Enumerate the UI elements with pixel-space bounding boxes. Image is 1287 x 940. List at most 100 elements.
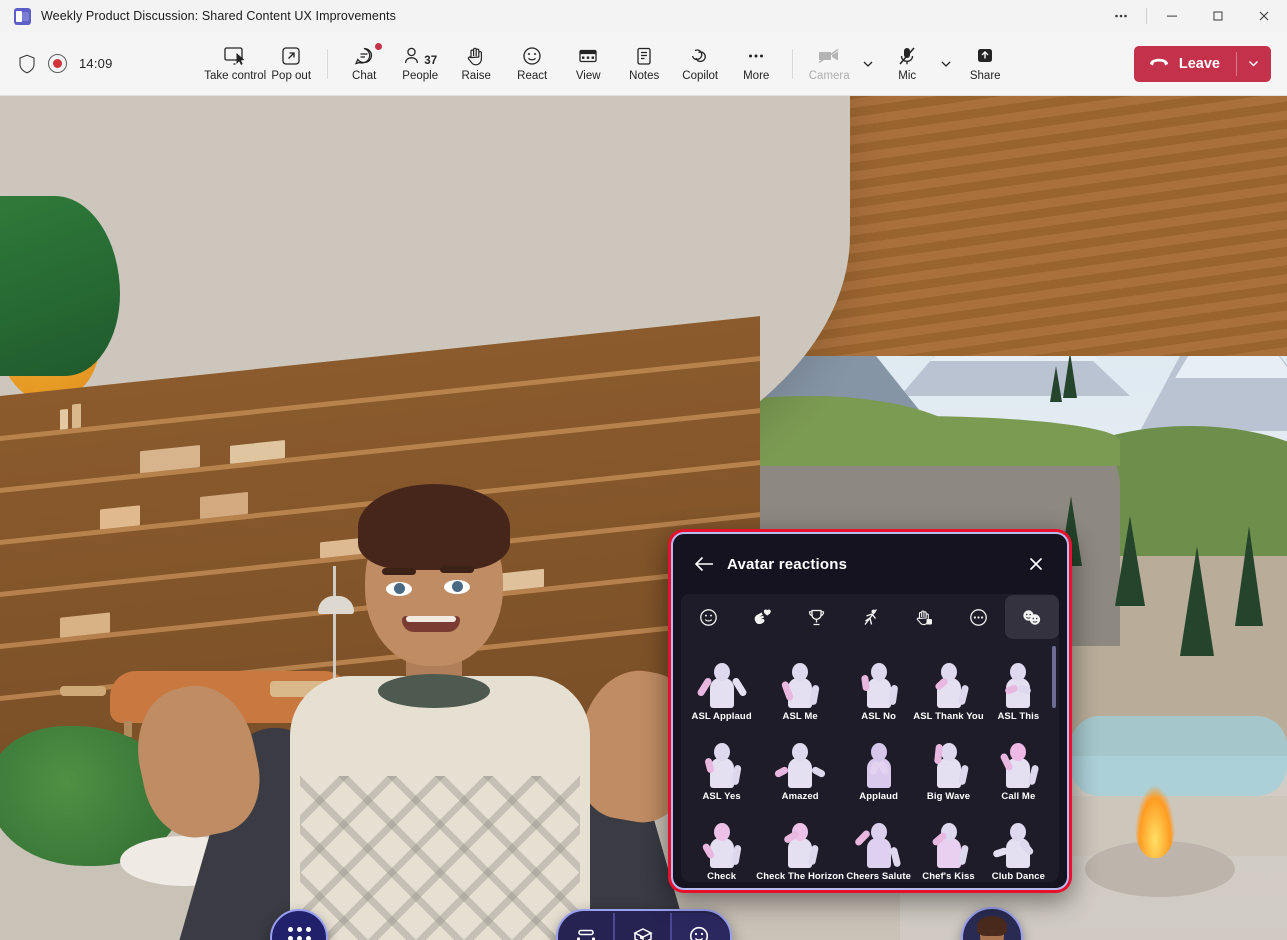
reaction-item[interactable]: ASL No xyxy=(844,646,913,726)
toolbar-button-react[interactable]: React xyxy=(504,39,560,89)
toolbar-divider xyxy=(327,49,328,79)
back-arrow-icon[interactable] xyxy=(687,547,721,581)
teams-logo-icon xyxy=(14,8,31,25)
panel-scrollbar[interactable] xyxy=(1052,646,1056,708)
chat-bubble-icon xyxy=(353,45,375,67)
toolbar-label: Pop out xyxy=(271,70,311,82)
camera-off-icon xyxy=(816,45,842,67)
reactions-button[interactable] xyxy=(672,913,730,940)
leave-button[interactable]: Leave xyxy=(1134,46,1271,82)
reaction-item[interactable]: Big Wave xyxy=(913,726,983,806)
toolbar-button-share[interactable]: Share xyxy=(957,39,1013,89)
maximize-button[interactable] xyxy=(1195,0,1241,32)
avatar-pupil-left xyxy=(394,583,405,594)
leave-button-label: Leave xyxy=(1179,56,1220,72)
reaction-figure xyxy=(995,661,1041,709)
immersive-stage[interactable]: Weekly Product Discuss... Avatar reactio… xyxy=(0,96,1287,940)
reaction-label: ASL No xyxy=(861,711,896,722)
reaction-item[interactable]: Call Me xyxy=(984,726,1053,806)
toolbar-label: More xyxy=(743,70,769,82)
reaction-item[interactable]: Applaud xyxy=(844,726,913,806)
toolbar-button-chat[interactable]: Chat xyxy=(336,39,392,89)
immersive-controls-pill xyxy=(556,909,732,940)
toolbar-label: Share xyxy=(970,70,1001,82)
reaction-category-tabs xyxy=(681,594,1059,640)
notes-icon xyxy=(633,45,655,67)
tab-celebrate[interactable] xyxy=(789,595,843,639)
toolbar-button-camera[interactable]: Camera xyxy=(801,39,857,89)
reactions-scroll-area[interactable]: ASL Applaud ASL Me xyxy=(681,640,1059,882)
tab-emotions[interactable] xyxy=(681,595,735,639)
meeting-timer: 14:09 xyxy=(79,56,113,71)
toolbar-label: View xyxy=(576,70,601,82)
chat-unread-badge xyxy=(375,43,382,50)
reaction-figure xyxy=(926,661,972,709)
reaction-item[interactable]: ASL This xyxy=(984,646,1053,726)
reaction-item[interactable]: ASL Thank You xyxy=(913,646,983,726)
camera-options-chevron-down-icon[interactable] xyxy=(857,39,879,89)
meeting-toolbar: 14:09 Take control Pop out xyxy=(0,32,1287,96)
toolbar-label: React xyxy=(517,70,547,82)
leave-chevron-down-icon[interactable] xyxy=(1237,46,1271,82)
toolbar-button-take-control[interactable]: Take control xyxy=(207,39,263,89)
reaction-label: ASL Me xyxy=(783,711,818,722)
perspective-button[interactable] xyxy=(558,913,613,940)
panel-title: Avatar reactions xyxy=(727,556,847,573)
smiley-icon xyxy=(521,45,543,67)
reaction-item[interactable]: Check The Horizon xyxy=(756,806,844,882)
tab-more[interactable] xyxy=(951,595,1005,639)
toolbar-button-more[interactable]: More xyxy=(728,39,784,89)
raised-hand-icon xyxy=(465,45,487,67)
avatar-collar xyxy=(378,674,490,708)
tab-gestures[interactable] xyxy=(897,595,951,639)
minimize-button[interactable] xyxy=(1149,0,1195,32)
share-up-arrow-icon xyxy=(974,45,996,67)
nine-dot-grid-icon xyxy=(288,927,311,940)
reaction-figure xyxy=(995,741,1041,789)
reactions-grid: ASL Applaud ASL Me xyxy=(681,640,1059,882)
toolbar-right-group: Leave xyxy=(1124,46,1287,82)
tab-applause[interactable] xyxy=(735,595,789,639)
toolbar-button-raise[interactable]: Raise xyxy=(448,39,504,89)
seat-perspective-icon xyxy=(573,926,599,940)
reaction-item[interactable]: ASL Applaud xyxy=(687,646,756,726)
hangup-phone-icon xyxy=(1148,54,1170,73)
toolbar-button-view[interactable]: View xyxy=(560,39,616,89)
reaction-item[interactable]: ASL Me xyxy=(756,646,844,726)
toolbar-button-mic[interactable]: Mic xyxy=(879,39,935,89)
side-table xyxy=(60,686,106,696)
reaction-label: Check The Horizon xyxy=(756,871,844,882)
close-icon[interactable] xyxy=(1019,547,1053,581)
toolbar-button-copilot[interactable]: Copilot xyxy=(672,39,728,89)
room-button[interactable] xyxy=(615,913,670,940)
layout-grid-icon xyxy=(577,45,599,67)
reaction-item[interactable]: Club Dance xyxy=(984,806,1053,882)
reaction-item[interactable]: Amazed xyxy=(756,726,844,806)
smiley-chevron-icon xyxy=(686,924,716,940)
avatar-eyebrow-right xyxy=(440,566,474,573)
window-more-button[interactable] xyxy=(1098,0,1144,32)
reaction-label: ASL This xyxy=(997,711,1039,722)
reaction-item[interactable]: Chef's Kiss xyxy=(913,806,983,882)
reaction-figure xyxy=(777,661,823,709)
mic-options-chevron-down-icon[interactable] xyxy=(935,39,957,89)
pool-water xyxy=(1070,716,1287,796)
toolbar-button-people[interactable]: 37 People xyxy=(392,39,448,89)
close-button[interactable] xyxy=(1241,0,1287,32)
tab-dance[interactable] xyxy=(843,595,897,639)
toolbar-actions: Take control Pop out Chat 37 xyxy=(207,39,1013,89)
reaction-item[interactable]: Cheers Salute xyxy=(844,806,913,882)
toolbar-button-notes[interactable]: Notes xyxy=(616,39,672,89)
fire-flame xyxy=(1135,786,1175,858)
virtual-room-scene: Weekly Product Discuss... xyxy=(0,96,1287,940)
avatar-reactions-panel: Avatar reactions xyxy=(668,529,1072,893)
reaction-item[interactable]: Check xyxy=(687,806,756,882)
tab-avatar-reactions[interactable] xyxy=(1005,595,1059,639)
leave-button-main[interactable]: Leave xyxy=(1134,46,1236,82)
reaction-item[interactable]: ASL Yes xyxy=(687,726,756,806)
reaction-label: Chef's Kiss xyxy=(922,871,974,882)
window-controls xyxy=(1098,0,1287,32)
avatar-hair xyxy=(358,484,510,570)
pop-out-icon xyxy=(280,45,302,67)
toolbar-button-pop-out[interactable]: Pop out xyxy=(263,39,319,89)
